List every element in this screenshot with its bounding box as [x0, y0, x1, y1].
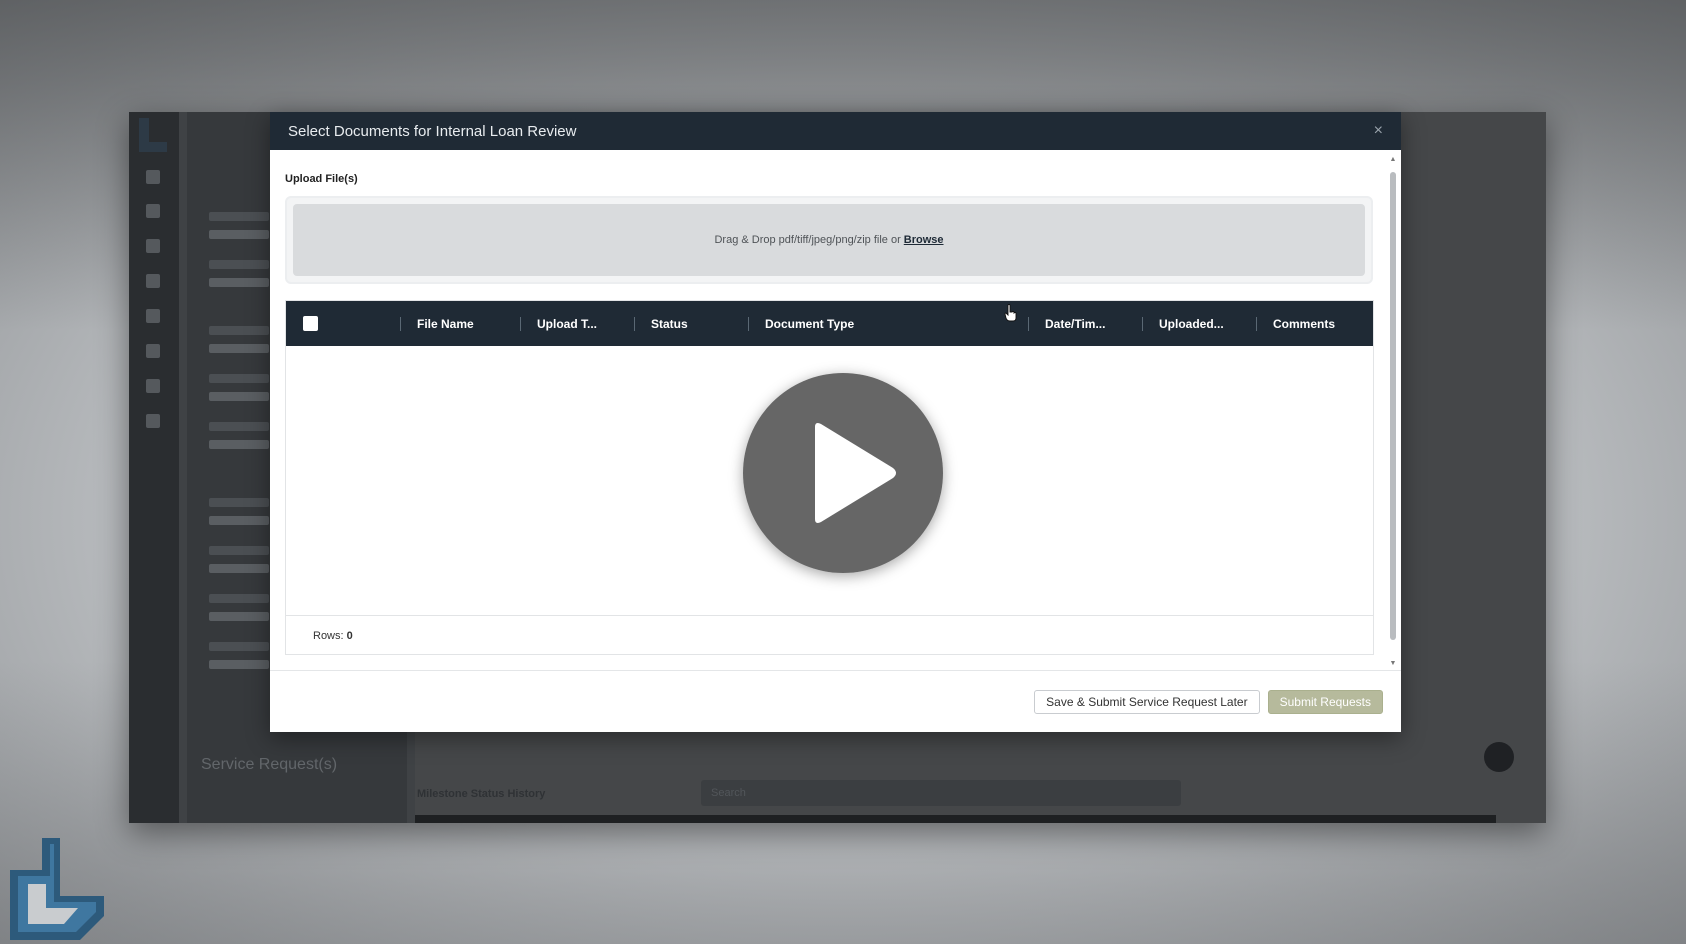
column-header-uploaded-by[interactable]: Uploaded...	[1142, 301, 1256, 346]
modal-header: Select Documents for Internal Loan Revie…	[270, 112, 1401, 150]
play-icon[interactable]	[743, 373, 943, 573]
hand-pointer-icon	[1004, 304, 1017, 322]
folder-icon[interactable]	[146, 239, 160, 253]
panel-field-label	[209, 374, 269, 383]
scroll-down-icon[interactable]: ▼	[1389, 660, 1397, 668]
panel-field-label	[209, 260, 269, 269]
panel-field-value	[209, 612, 269, 621]
grid-header: File Name Upload T... Status Document Ty…	[286, 301, 1373, 346]
select-all-cell	[286, 316, 334, 331]
panel-field-label	[209, 594, 269, 603]
panel-field-value	[209, 516, 269, 525]
panel-field-value	[209, 230, 269, 239]
browse-link[interactable]: Browse	[904, 234, 944, 246]
column-header-comments[interactable]: Comments	[1256, 301, 1366, 346]
eye-icon[interactable]	[146, 344, 160, 358]
panel-field-value	[209, 660, 269, 669]
app-sidebar	[129, 112, 179, 823]
brand-logo-icon	[10, 838, 104, 940]
scroll-thumb[interactable]	[1390, 172, 1396, 640]
panel-field-label	[209, 498, 269, 507]
chat-icon[interactable]	[1484, 742, 1514, 772]
panel-field-value	[209, 392, 269, 401]
settings-icon[interactable]	[146, 414, 160, 428]
home-icon[interactable]	[146, 170, 160, 184]
panel-field-value	[209, 440, 269, 449]
background-table-header	[415, 815, 1496, 823]
book-icon[interactable]	[146, 379, 160, 393]
document-icon[interactable]	[146, 274, 160, 288]
column-header-file-name[interactable]: File Name	[400, 301, 520, 346]
dropzone-container: Drag & Drop pdf/tiff/jpeg/png/zip file o…	[285, 196, 1373, 284]
modal-scrollbar[interactable]: ▲ ▼	[1389, 156, 1397, 668]
calculator-icon[interactable]	[146, 204, 160, 218]
panel-field-value	[209, 564, 269, 573]
column-header-document-type[interactable]: Document Type	[748, 301, 1028, 346]
app-logo-icon	[139, 118, 167, 152]
column-header-upload-type[interactable]: Upload T...	[520, 301, 634, 346]
file-dropzone[interactable]: Drag & Drop pdf/tiff/jpeg/png/zip file o…	[293, 204, 1365, 276]
close-icon[interactable]: ×	[1374, 122, 1383, 140]
milestone-status-heading: Milestone Status History	[417, 788, 546, 800]
submit-requests-button[interactable]: Submit Requests	[1267, 689, 1383, 714]
rows-count: 0	[346, 630, 353, 642]
panel-field-label	[209, 212, 269, 221]
background-search-input[interactable]: Search	[701, 780, 1181, 806]
modal-footer: Save & Submit Service Request Later Subm…	[270, 670, 1401, 732]
scroll-up-icon[interactable]: ▲	[1389, 156, 1397, 164]
column-header-date-time[interactable]: Date/Tim...	[1028, 301, 1142, 346]
panel-field-label	[209, 326, 269, 335]
panel-field-value	[209, 344, 269, 353]
panel-field-label	[209, 546, 269, 555]
modal-title: Select Documents for Internal Loan Revie…	[288, 122, 577, 140]
panel-field-value	[209, 278, 269, 287]
panel-field-label	[209, 642, 269, 651]
dollar-icon[interactable]	[146, 309, 160, 323]
rows-label: Rows:	[313, 630, 344, 642]
save-submit-later-button[interactable]: Save & Submit Service Request Later	[1034, 689, 1260, 714]
column-header-status[interactable]: Status	[634, 301, 748, 346]
select-all-checkbox[interactable]	[302, 316, 318, 331]
upload-files-label: Upload File(s)	[285, 173, 358, 185]
panel-field-label	[209, 422, 269, 431]
grid-footer: Rows: 0	[286, 615, 1373, 654]
dropzone-text: Drag & Drop pdf/tiff/jpeg/png/zip file o…	[714, 234, 901, 246]
service-requests-label: Service Request(s)	[201, 756, 338, 773]
